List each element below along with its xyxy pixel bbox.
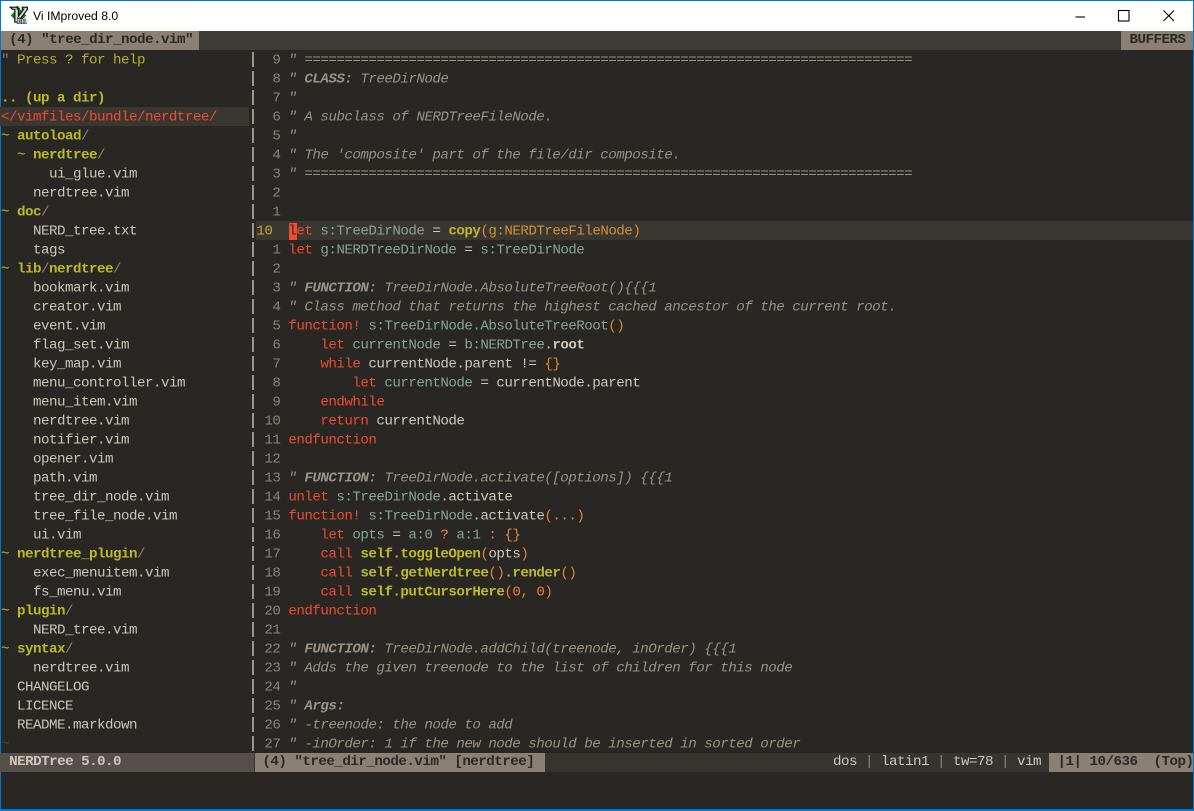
svg-text:im: im [17,16,27,25]
